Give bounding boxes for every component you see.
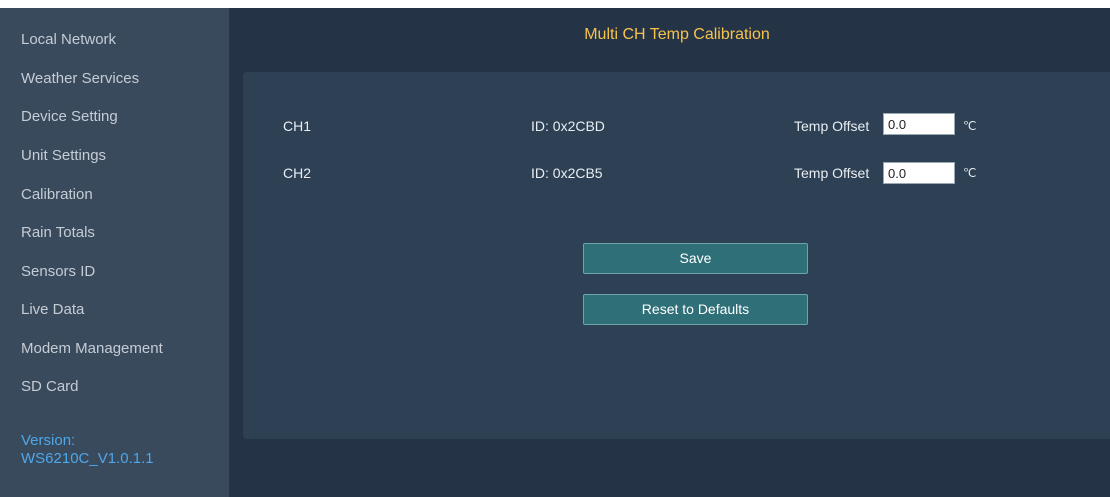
temp-offset-label: Temp Offset <box>794 118 870 134</box>
sidebar-item-device-setting[interactable]: Device Setting <box>21 105 118 129</box>
reset-to-defaults-button[interactable]: Reset to Defaults <box>583 294 808 325</box>
temp-offset-label: Temp Offset <box>794 165 870 181</box>
channel-id: ID: 0x2CBD <box>531 118 605 134</box>
sidebar-item-sd-card[interactable]: SD Card <box>21 375 79 399</box>
sidebar: Local Network Weather Services Device Se… <box>0 8 229 497</box>
sidebar-item-sensors-id[interactable]: Sensors ID <box>21 260 95 284</box>
sidebar-item-unit-settings[interactable]: Unit Settings <box>21 144 106 168</box>
version-label: Version: <box>21 432 76 449</box>
celsius-unit: ℃ <box>963 166 977 180</box>
sidebar-item-local-network[interactable]: Local Network <box>21 28 116 52</box>
sidebar-item-live-data[interactable]: Live Data <box>21 298 84 322</box>
sidebar-item-calibration[interactable]: Calibration <box>21 183 93 207</box>
version-value: WS6210C_V1.0.1.1 <box>21 450 154 467</box>
channel-name: CH2 <box>283 165 312 181</box>
channel-name: CH1 <box>283 118 312 134</box>
version-info: Version: WS6210C_V1.0.1.1 <box>21 432 154 468</box>
page-title: Multi CH Temp Calibration <box>584 26 770 43</box>
sidebar-item-rain-totals[interactable]: Rain Totals <box>21 221 95 245</box>
save-button[interactable]: Save <box>583 243 808 274</box>
ch2-temp-offset-input[interactable] <box>883 162 955 184</box>
celsius-unit: ℃ <box>963 119 977 133</box>
sidebar-item-weather-services[interactable]: Weather Services <box>21 67 139 91</box>
channel-id: ID: 0x2CB5 <box>531 165 603 181</box>
ch1-temp-offset-input[interactable] <box>883 113 955 135</box>
sidebar-item-modem-management[interactable]: Modem Management <box>21 337 163 361</box>
